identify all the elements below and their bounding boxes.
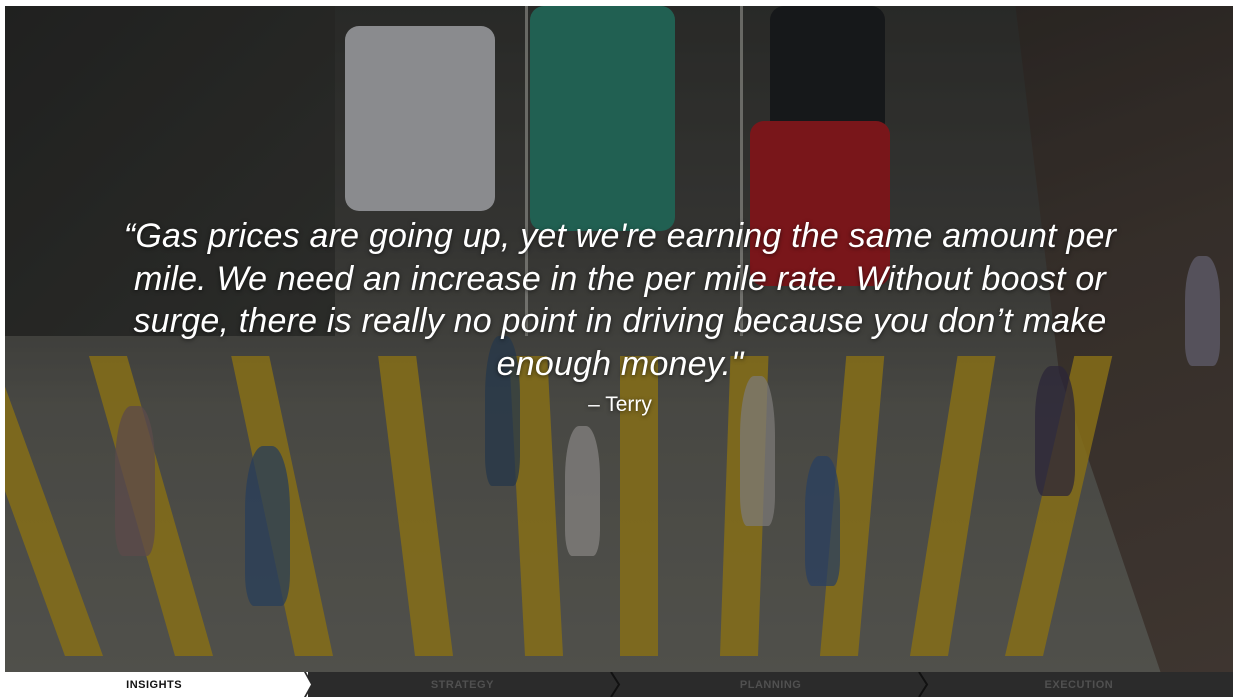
quote-block: “Gas prices are going up, yet we're earn… bbox=[120, 215, 1120, 417]
chevron-right-icon bbox=[300, 672, 314, 697]
quote-author: – Terry bbox=[588, 393, 652, 416]
chevron-right-icon bbox=[609, 672, 620, 697]
quote-text: “Gas prices are going up, yet we're earn… bbox=[123, 217, 1117, 383]
step-execution[interactable]: EXECUTION bbox=[924, 672, 1233, 697]
step-label: INSIGHTS bbox=[126, 678, 183, 691]
presentation-slide: “Gas prices are going up, yet we're earn… bbox=[0, 0, 1233, 697]
step-label: STRATEGY bbox=[430, 678, 494, 691]
progress-nav: INSIGHTS STRATEGY PLANNING EXECUTION bbox=[0, 672, 1233, 697]
step-strategy[interactable]: STRATEGY bbox=[308, 672, 620, 697]
step-label: PLANNING bbox=[739, 678, 802, 691]
chevron-right-icon bbox=[917, 672, 928, 697]
step-planning[interactable]: PLANNING bbox=[616, 672, 928, 697]
step-insights[interactable]: INSIGHTS bbox=[0, 672, 314, 697]
step-label: EXECUTION bbox=[1044, 678, 1114, 691]
